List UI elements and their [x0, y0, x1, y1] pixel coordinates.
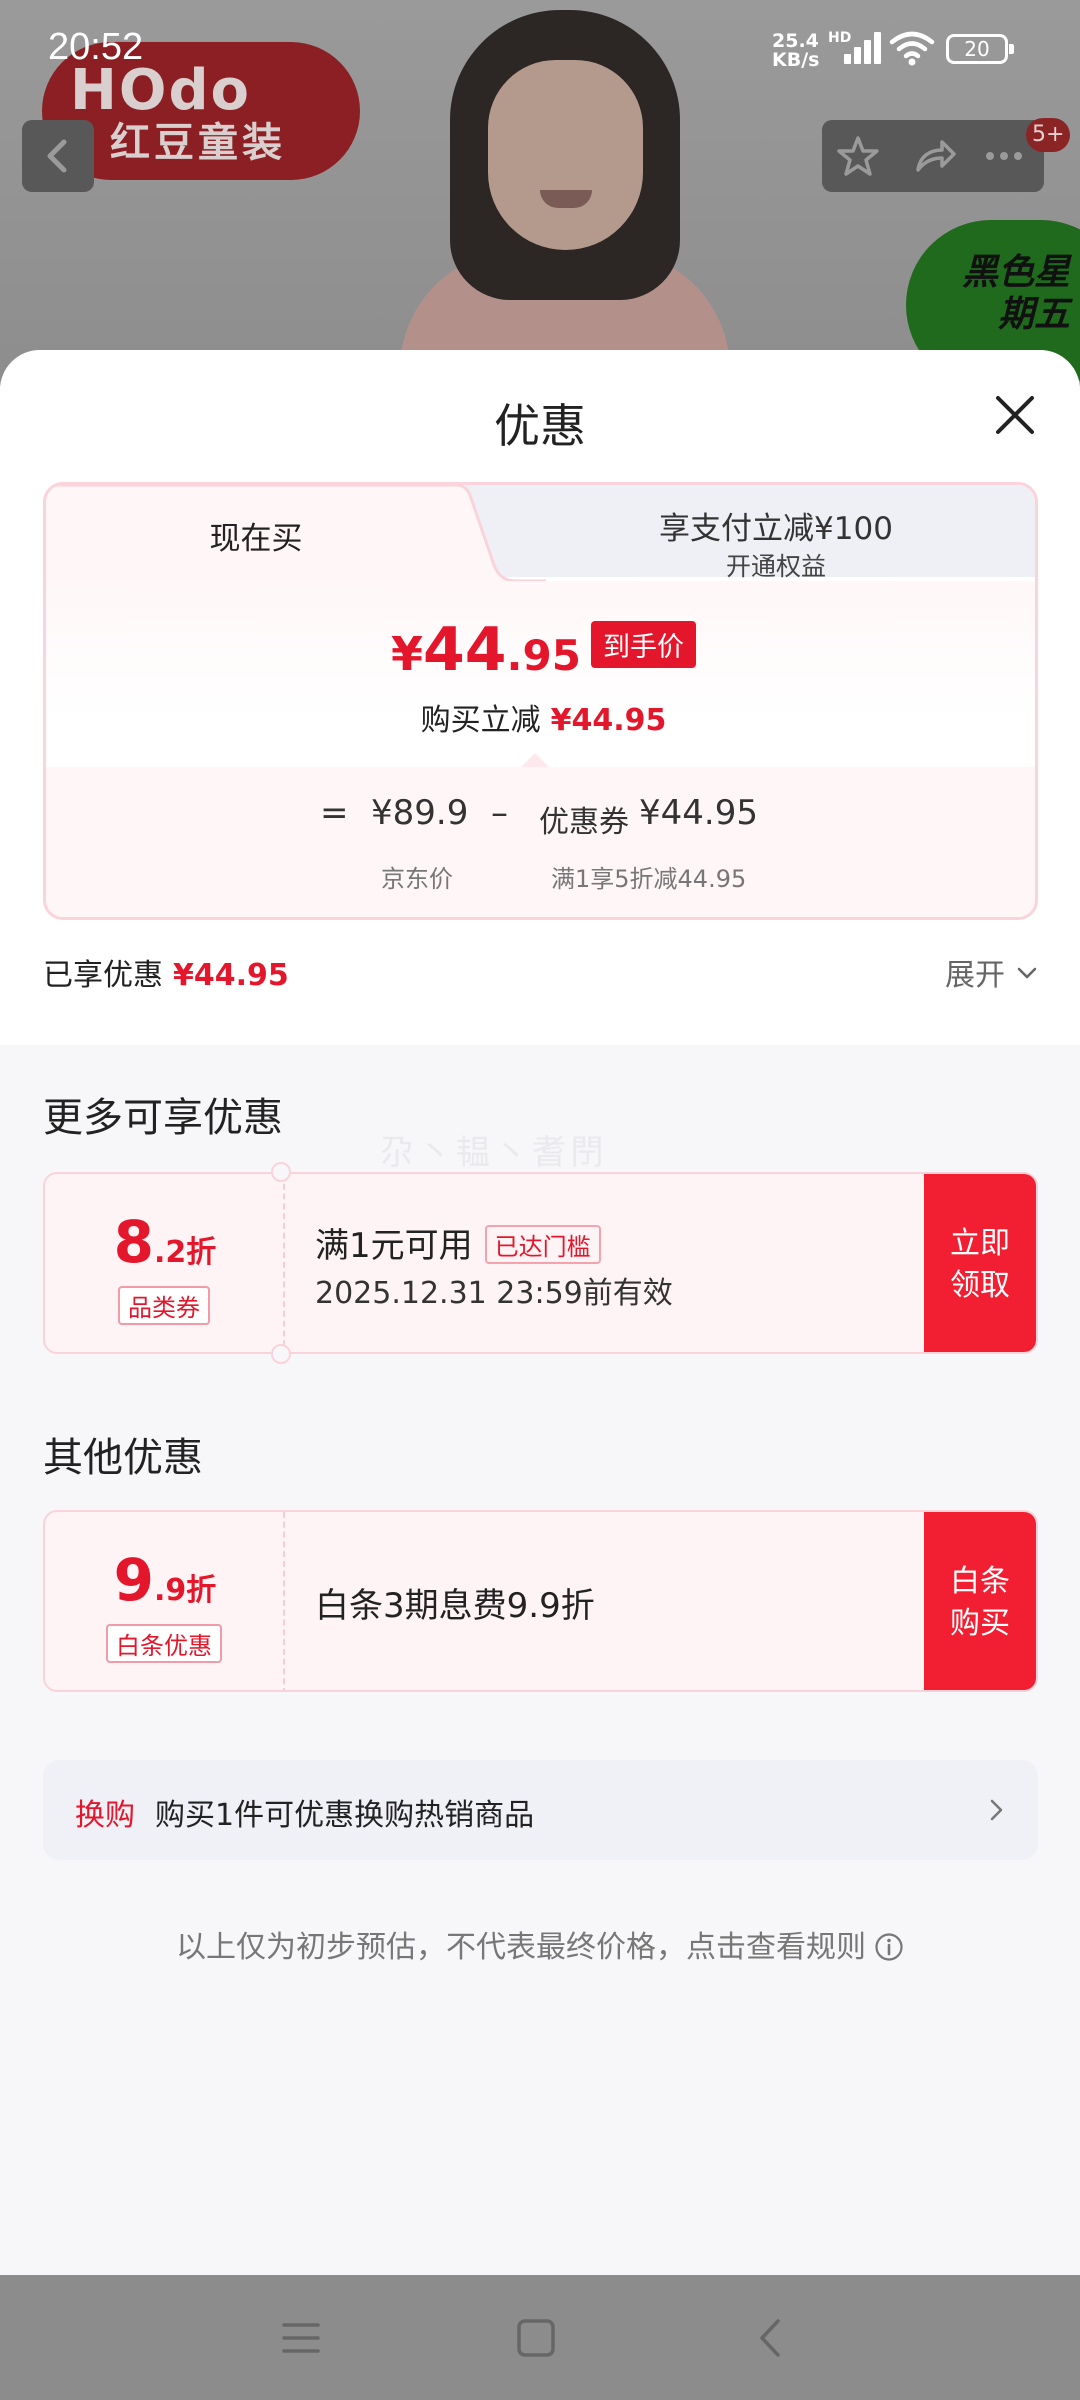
share-icon[interactable] — [912, 134, 956, 178]
minus-sign: – — [491, 793, 508, 833]
status-time: 20:52 — [48, 26, 144, 68]
tab-pay-title[interactable]: 享支付立减¥100 — [516, 503, 1035, 548]
system-nav-bar — [0, 2275, 1080, 2400]
chevron-down-icon[interactable] — [1016, 962, 1038, 984]
price-calc-area — [46, 767, 1035, 917]
coupon-discount: 8.2折 — [45, 1208, 285, 1276]
star-icon[interactable] — [836, 134, 880, 178]
claim-coupon-label: 立即领取 — [950, 1227, 1010, 1302]
coupon-discount-int: 8 — [113, 1208, 155, 1276]
swap-purchase-row[interactable]: 换购 购买1件可优惠换购热销商品 — [43, 1760, 1038, 1860]
coupon-rule: 满1享5折减44.95 — [551, 865, 747, 893]
expand-button[interactable]: 展开 — [945, 950, 1005, 994]
baitiao-discount-dec: .9折 — [154, 1573, 217, 1608]
more-icon[interactable] — [982, 134, 1026, 178]
category-coupon-card: 8.2折 品类券 满1元可用 已达门槛 2025.12.31 23:59前有效 立… — [43, 1172, 1038, 1354]
coupon-validity: 2025.12.31 23:59前有效 — [315, 1276, 673, 1311]
baitiao-card: 9.9折 白条优惠 白条3期息费9.9折 白条购买 — [43, 1510, 1038, 1692]
swap-tag: 换购 — [75, 1798, 135, 1833]
tab-buy-now[interactable]: 现在买 — [46, 513, 466, 558]
menu-icon[interactable] — [278, 2315, 324, 2361]
discount-sheet: 优惠 现在买 享支付立减¥100 开通权益 ¥44.95 到手价 购买立减 ¥44.… — [0, 350, 1080, 2275]
baitiao-discount: 9.9折 — [45, 1546, 285, 1614]
coupon-condition-text: 满1元可用 — [315, 1226, 473, 1266]
more-discounts-title: 更多可享优惠 — [43, 1095, 283, 1141]
coupon-condition: 满1元可用 已达门槛 — [315, 1218, 601, 1267]
jd-price: ¥89.9 — [371, 793, 469, 833]
net-speed-unit: KB/s — [772, 49, 820, 71]
baitiao-discount-area: 9.9折 白条优惠 — [45, 1512, 285, 1690]
chevron-right-icon — [990, 1799, 1003, 1821]
watermark-text: 尕丶韫丶耆閅 — [380, 1133, 608, 1173]
final-price-currency: ¥ — [391, 627, 424, 681]
action-bar — [822, 120, 1044, 192]
final-price-decimal: .95 — [506, 631, 581, 680]
net-speed: 25.4 KB/s — [772, 32, 819, 70]
jd-price-label: 京东价 — [381, 865, 453, 893]
promo-text: 黑色星期五 — [961, 252, 1070, 335]
battery-icon: 20 — [946, 34, 1014, 64]
coupon-type-tag: 品类券 — [118, 1286, 210, 1325]
coupon-notch-top — [271, 1162, 291, 1182]
coupon-label: 优惠券 — [539, 805, 629, 840]
final-price-tag: 到手价 — [590, 620, 696, 668]
swap-text: 购买1件可优惠换购热销商品 — [155, 1798, 535, 1833]
baitiao-tag: 白条优惠 — [106, 1624, 222, 1663]
sheet-title: 优惠 — [494, 399, 586, 453]
wifi-icon — [889, 31, 935, 66]
final-price: ¥44.95 — [391, 615, 581, 685]
coupon-discount-area: 8.2折 品类券 — [45, 1174, 285, 1352]
price-card: 现在买 享支付立减¥100 开通权益 ¥44.95 到手价 购买立减 ¥44.95 … — [43, 482, 1038, 920]
back-button[interactable] — [22, 120, 94, 192]
close-icon[interactable] — [990, 390, 1040, 440]
claim-coupon-button[interactable]: 立即领取 — [924, 1174, 1036, 1352]
coupon-notch-bottom — [271, 1344, 291, 1364]
brand-logo-cn: 红豆童装 — [110, 120, 286, 166]
baitiao-description: 白条3期息费9.9折 — [315, 1586, 595, 1626]
coupon-value: ¥44.95 — [639, 793, 758, 833]
coupon-discount-dec: .2折 — [154, 1235, 217, 1270]
reduce-value: ¥44.95 — [550, 703, 667, 738]
enjoyed-discount: 已享优惠 ¥44.95 — [43, 950, 289, 994]
final-price-row: ¥44.95 到手价 — [46, 615, 1035, 685]
info-icon — [875, 1932, 903, 1961]
back-icon — [47, 139, 67, 173]
equals-sign: = — [320, 793, 349, 833]
nav-back-icon[interactable] — [748, 2315, 794, 2361]
home-icon[interactable] — [513, 2315, 559, 2361]
signal-icon — [838, 30, 882, 64]
reduce-label: 购买立减 — [420, 703, 541, 738]
enjoyed-label: 已享优惠 — [43, 958, 163, 993]
baitiao-discount-int: 9 — [113, 1546, 155, 1614]
calc-notch — [521, 753, 549, 767]
baitiao-buy-button[interactable]: 白条购买 — [924, 1512, 1036, 1690]
message-badge: 5+ — [1026, 118, 1071, 152]
status-bar: 20:52 25.4 KB/s HD 20 — [0, 0, 1080, 100]
tab-pay-subtitle[interactable]: 开通权益 — [516, 547, 1035, 583]
other-discounts-title: 其他优惠 — [43, 1435, 203, 1481]
reduce-row: 购买立减 ¥44.95 — [46, 695, 1035, 739]
baitiao-buy-label: 白条购买 — [950, 1565, 1010, 1640]
enjoyed-value: ¥44.95 — [173, 958, 289, 993]
threshold-reached-tag: 已达门槛 — [484, 1225, 601, 1264]
disclaimer-text: 以上仅为初步预估，不代表最终价格，点击查看规则 — [176, 1930, 866, 1965]
final-price-integer: 44 — [423, 615, 507, 685]
disclaimer-link[interactable]: 以上仅为初步预估，不代表最终价格，点击查看规则 — [0, 1922, 1080, 1966]
